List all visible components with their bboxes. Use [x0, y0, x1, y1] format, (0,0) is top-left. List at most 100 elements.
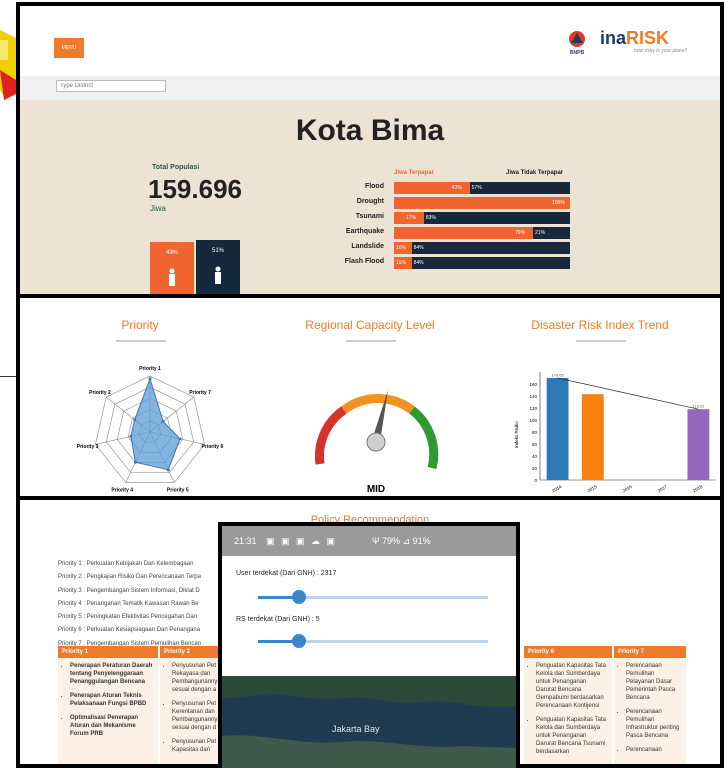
slider2-knob[interactable] [292, 634, 307, 648]
affected-header: Jiwa Terpapar [394, 170, 434, 176]
map-terrain: Jakarta Bay [222, 676, 516, 768]
hazard-affected-fill [394, 197, 570, 209]
table-column-priority-2: Penyusunan Pet Rekayasa dan Pembangunann… [160, 658, 222, 764]
priority-underline [116, 340, 166, 342]
x-tick-label: 2014 [551, 484, 563, 494]
x-tick-label: 2015 [586, 484, 598, 494]
hazard-affected-pct: 17% [405, 215, 416, 221]
capacity-gauge: MID [314, 390, 439, 495]
y-tick-label: 120 [529, 406, 537, 411]
tagline: how risky is your place? [634, 48, 688, 54]
table-cell: Penerapan Peraturan Daerah tentang Penye… [70, 662, 154, 686]
priority-item: Priority 3 : Pengembangan Sistem Informa… [58, 587, 200, 594]
trend-bar [687, 409, 710, 480]
table-cell: Penerapan Aturan Teknis Pelaksanaan Fung… [70, 692, 154, 708]
radar-axis-label: Priority 7 [189, 390, 211, 396]
hazard-bar: 16% 84% [394, 257, 570, 269]
slider2-label: RS terdekat (Dari GNH) : 5 [236, 616, 320, 623]
radar-axis-label: Priority 5 [167, 488, 189, 494]
gauge-low-arc [314, 406, 347, 465]
inarisk-logo[interactable]: inaRISK [600, 28, 669, 49]
trend-bar [546, 377, 569, 480]
radar-point [161, 420, 165, 424]
district-search-input[interactable] [56, 80, 166, 92]
radar-point [133, 460, 137, 464]
hazard-bar: 16% 84% [394, 242, 570, 254]
hazard-row: Drought 100% [310, 197, 580, 209]
y-tick-label: 40 [532, 454, 538, 459]
hazard-label: Landslide [351, 243, 384, 250]
hazard-bar: 17% 83% [394, 212, 570, 224]
female-icon [169, 268, 175, 286]
radar-axis-label: Priority 3 [77, 444, 99, 450]
y-tick-label: 140 [529, 394, 537, 399]
male-pct: 51% [211, 248, 224, 254]
district-summary: Kota Bima Total Populasi 159.696 Jiwa 49… [20, 100, 720, 294]
female-pct: 49% [165, 250, 178, 256]
table-cell: Penguatan Kapasitas Tata Kelola dan Sumb… [536, 716, 608, 756]
radar-axis-label: Priority 2 [89, 390, 111, 396]
hazard-row: Flood 43% 57% [310, 182, 580, 194]
brand-risk: RISK [626, 28, 670, 48]
x-tick-label: 2017 [657, 484, 669, 494]
hazard-label: Earthquake [345, 228, 384, 235]
radar-axis-label: Priority 1 [139, 366, 161, 372]
hazard-affected-pct: 16% [396, 260, 407, 266]
priority-list: Priority 1 : Perkuatan Kebijakan Dan Kel… [58, 558, 201, 651]
hazard-row: Flash Flood 16% 84% [310, 257, 580, 269]
table-column-priority-1: Penerapan Peraturan Daerah tentang Penye… [58, 658, 158, 764]
brand-ina: ina [600, 28, 627, 48]
x-tick-label: 2018 [692, 484, 704, 494]
hazard-row: Tsunami 17% 83% [310, 212, 580, 224]
male-bar: 51% [196, 240, 240, 294]
hazard-unaffected-pct: 83% [425, 215, 436, 221]
table-cell: Penguatan Kapasitas Tata Kelola dan Sumb… [536, 662, 608, 710]
radar-point [133, 418, 137, 422]
gauge-high-arc [409, 406, 439, 470]
hazard-label: Flood [364, 183, 384, 190]
radar-point [148, 377, 152, 381]
slider1-knob[interactable] [292, 590, 307, 604]
table-header-priority-7: Priority 7 [614, 646, 686, 658]
hazard-row: Landslide 16% 84% [310, 242, 580, 254]
female-bar: 49% [150, 242, 194, 294]
gauge-mid-arc [341, 394, 415, 414]
city-title: Kota Bima [295, 114, 445, 147]
trend-bar [581, 394, 604, 480]
summary-panel: MENU BNPB inaRISK how risky is your plac… [16, 2, 724, 298]
notification-icons: ▣ ▣ ▣ ☁ ▣ [266, 536, 338, 546]
analysis-panel: Priority Regional Capacity Level Disaste… [16, 294, 724, 500]
radar-point [178, 437, 182, 441]
hazard-affected-fill [394, 227, 534, 239]
unaffected-header: Jiwa Tidak Terpapar [506, 170, 564, 176]
y-tick-label: 100 [529, 418, 537, 423]
table-header-priority-6: Priority 6 [524, 646, 612, 658]
search-bar [20, 76, 720, 100]
menu-label: MENU [61, 45, 77, 51]
hazard-bar: 100% [394, 197, 570, 209]
background-line [0, 376, 16, 377]
capacity-underline [346, 340, 396, 342]
top-header: MENU BNPB inaRISK how risky is your plac… [20, 6, 720, 76]
trend-title: Disaster Risk Index Trend [531, 318, 669, 332]
menu-button[interactable]: MENU [54, 38, 84, 58]
priority-radar-chart: Priority 1 Priority 7 Priority 6 Priority 5… [77, 366, 224, 494]
hazard-unaffected-pct: 84% [413, 260, 424, 266]
hospital-distance-slider[interactable] [258, 634, 488, 648]
table-cell: Optimalisasi Penerapan Aturan dan Mekani… [70, 714, 154, 738]
satellite-map[interactable]: Jakarta Bay [222, 676, 516, 768]
gauge-label: MID [367, 484, 385, 495]
hazard-bar: 79% 21% [394, 227, 570, 239]
hazard-unaffected-pct: 84% [413, 245, 424, 251]
y-tick-label: 160 [529, 382, 537, 387]
risk-trend-chart: 0 20 40 60 80 100 120 140 160 Indeks Risiko 170.05… [514, 372, 716, 494]
gauge-hub [366, 432, 386, 452]
map-label: Jakarta Bay [332, 724, 380, 734]
status-time: 21:31 [234, 536, 257, 546]
user-distance-slider[interactable] [258, 590, 488, 604]
hazard-affected-pct: 16% [396, 245, 407, 251]
y-tick-label: 80 [532, 430, 538, 435]
male-icon [215, 266, 221, 284]
hazard-affected-pct: 79% [515, 230, 526, 236]
table-cell: Penyusunan Pet Rekayasa dan Pembangunann… [172, 662, 218, 694]
